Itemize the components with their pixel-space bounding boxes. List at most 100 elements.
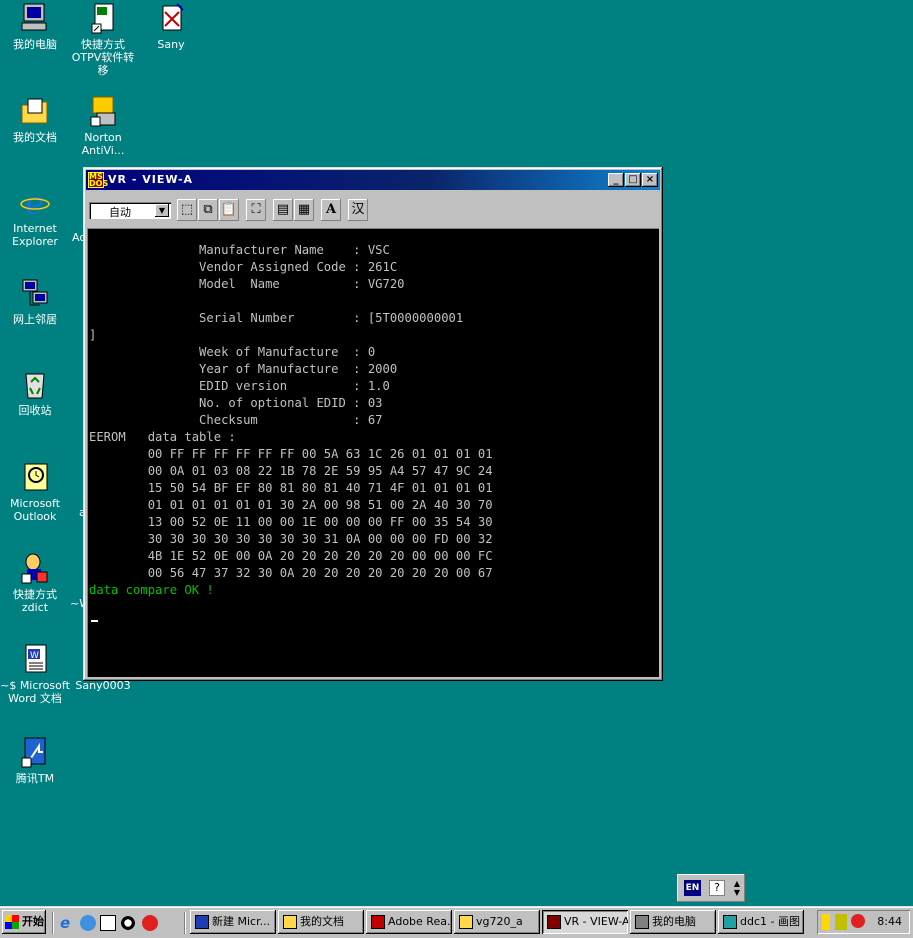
desktop-icon-outlook[interactable]: Microsoft Outlook <box>0 461 70 523</box>
ie-icon: e <box>19 184 51 222</box>
taskbar-task-label: 我的文档 <box>300 915 344 928</box>
acrobat-icon <box>371 915 385 929</box>
taskbar-separator <box>184 912 186 934</box>
background-icon[interactable]: ▦ <box>294 199 314 221</box>
desktop-icon-label: 回收站 <box>18 404 52 417</box>
msdos-icon <box>547 915 561 929</box>
tray-app-icon[interactable] <box>835 914 847 930</box>
console-line: Manufacturer Name : VSC <box>199 243 390 257</box>
desktop-icon-label: 我的电脑 <box>13 38 57 51</box>
desktop-icon-zdict[interactable]: 快捷方式 zdict <box>0 552 70 614</box>
my-computer-icon <box>19 2 51 34</box>
console-line: Serial Number : [5T0000000001 <box>199 311 464 325</box>
status-line: data compare OK ! <box>89 583 214 597</box>
copy-icon[interactable]: ⧉ <box>198 199 218 221</box>
console-line: 01 01 01 01 01 01 30 2A 00 98 51 00 2A 4… <box>147 498 493 512</box>
outlook-icon <box>19 461 51 493</box>
msdos-icon: MS DOS <box>88 172 109 188</box>
network-icon <box>19 277 51 309</box>
taskbar-task-label: 我的电脑 <box>652 915 696 928</box>
word-icon <box>195 915 209 929</box>
red-app-icon[interactable] <box>142 915 158 931</box>
edit-quicklaunch-icon[interactable] <box>100 915 116 931</box>
console-text: Manufacturer Name : VSC Vendor Assigned … <box>89 242 493 599</box>
paint-icon <box>723 915 737 929</box>
qq-penguin-icon[interactable] <box>120 915 136 931</box>
desktop-icon-internet-explorer[interactable]: e Internet Explorer <box>0 184 70 248</box>
desktop-icon-label: 快捷方式 OTPV软件转移 <box>71 38 135 77</box>
desktop-icon-word-doc[interactable]: W ~$ Microsoft Word 文档 <box>0 643 70 705</box>
text-file-icon <box>155 2 187 34</box>
console-line: 30 30 30 30 30 30 30 30 31 0A 00 00 00 F… <box>147 532 493 546</box>
console-line: Vendor Assigned Code : 261C <box>199 260 398 274</box>
fullscreen-icon[interactable]: ⛶ <box>246 199 266 221</box>
text-cursor <box>91 620 98 622</box>
window-titlebar[interactable]: MS DOS VR - VIEW-A _ □ × <box>86 170 660 190</box>
desktop-icon-label: 网上邻居 <box>13 313 57 326</box>
clock[interactable]: 8:44 <box>877 915 902 928</box>
desktop-icon-otpv-shortcut[interactable]: 快捷方式 OTPV软件转移 <box>68 2 138 77</box>
taskbar-task-label: vg720_a <box>476 915 523 928</box>
desktop-icon-recycle-bin[interactable]: 回收站 <box>0 368 70 417</box>
desktop-icon-label: Sany <box>157 38 185 51</box>
desktop-icon-norton[interactable]: Norton AntiVi... <box>68 95 138 157</box>
desktop-icon-tencent[interactable]: 腾讯TM <box>0 736 70 785</box>
desktop-icon-my-documents[interactable]: 我的文档 <box>0 95 70 144</box>
desktop-icon-label: Microsoft Outlook <box>9 497 61 523</box>
taskbar-task-button[interactable]: 我的文档 <box>278 910 364 934</box>
console-line: 00 0A 01 03 08 22 1B 78 2E 59 95 A4 57 4… <box>147 464 493 478</box>
volume-icon[interactable] <box>822 914 830 930</box>
chevron-down-icon[interactable]: ▼ <box>155 204 169 217</box>
ie-quicklaunch-icon[interactable]: e <box>60 915 76 931</box>
svg-text:W: W <box>30 651 39 661</box>
taskbar-task-button[interactable]: 我的电脑 <box>630 910 716 934</box>
console-window[interactable]: MS DOS VR - VIEW-A _ □ × 自动 ▼ ⬚ ⧉ 📋 ⛶ ▤ ▦… <box>83 167 663 681</box>
console-line: EEROM data table : <box>89 430 236 444</box>
paste-icon[interactable]: 📋 <box>219 199 239 221</box>
start-label: 开始 <box>22 915 44 928</box>
start-button[interactable]: 开始 <box>2 910 46 934</box>
font-icon[interactable]: A <box>321 199 341 221</box>
word-doc-icon: W <box>19 643 51 675</box>
help-icon[interactable]: ? <box>709 880 725 896</box>
ime-icon[interactable]: 汉 <box>348 199 368 221</box>
console-line: 13 00 52 0E 11 00 00 1E 00 00 00 FF 00 3… <box>147 515 493 529</box>
desktop-icon-network[interactable]: 网上邻居 <box>0 277 70 326</box>
langbar-options-icon[interactable]: ▲ ▼ <box>732 879 742 897</box>
my-documents-icon <box>19 95 51 127</box>
taskbar-task-button[interactable]: 新建 Micr... <box>190 910 276 934</box>
tray-red-icon[interactable] <box>851 914 865 928</box>
desktop-icon-my-computer[interactable]: 我的电脑 <box>0 2 70 51</box>
console-output[interactable]: Manufacturer Name : VSC Vendor Assigned … <box>87 228 659 677</box>
console-line: 00 FF FF FF FF FF FF 00 5A 63 1C 26 01 0… <box>147 447 493 461</box>
minimize-button[interactable]: _ <box>608 173 624 187</box>
folder-icon <box>459 915 473 929</box>
taskbar-task-button[interactable]: Adobe Rea... <box>366 910 452 934</box>
mark-icon[interactable]: ⬚ <box>177 199 197 221</box>
console-line: 00 56 47 37 32 30 0A 20 20 20 20 20 20 2… <box>147 566 493 580</box>
language-bar[interactable]: EN ? ▲ ▼ <box>677 874 745 902</box>
taskbar-task-button[interactable]: VR - VIEW-A <box>542 910 628 934</box>
desktop-icon-sany[interactable]: Sany <box>136 2 206 51</box>
recycle-bin-icon <box>19 368 51 400</box>
svg-text:e: e <box>25 186 44 218</box>
close-button[interactable]: × <box>642 173 658 187</box>
desktop-icon-label: 我的文档 <box>13 131 57 144</box>
properties-icon[interactable]: ▤ <box>273 199 293 221</box>
maximize-button[interactable]: □ <box>625 173 641 187</box>
window-toolbar: 自动 ▼ ⬚ ⧉ 📋 ⛶ ▤ ▦ A 汉 <box>86 194 660 222</box>
taskbar-task-button[interactable]: ddc1 - 画图 <box>718 910 804 934</box>
taskbar-task-button[interactable]: vg720_a <box>454 910 540 934</box>
taskbar-task-label: Adobe Rea... <box>388 915 452 928</box>
refresh-quicklaunch-icon[interactable] <box>80 915 96 931</box>
font-size-select[interactable]: 自动 ▼ <box>89 202 171 219</box>
windows-logo-icon <box>5 915 19 929</box>
font-size-value: 自动 <box>109 206 131 219</box>
console-line: 15 50 54 BF EF 80 81 80 81 40 71 4F 01 0… <box>147 481 493 495</box>
system-tray: 8:44 <box>817 910 910 934</box>
taskbar-task-label: VR - VIEW-A <box>564 915 628 928</box>
language-indicator[interactable]: EN <box>684 880 701 896</box>
console-line: Year of Manufacture : 2000 <box>199 362 398 376</box>
desktop-icon-label: ~$ Microsoft Word 文档 <box>0 679 70 705</box>
console-line: Week of Manufacture : 0 <box>199 345 376 359</box>
